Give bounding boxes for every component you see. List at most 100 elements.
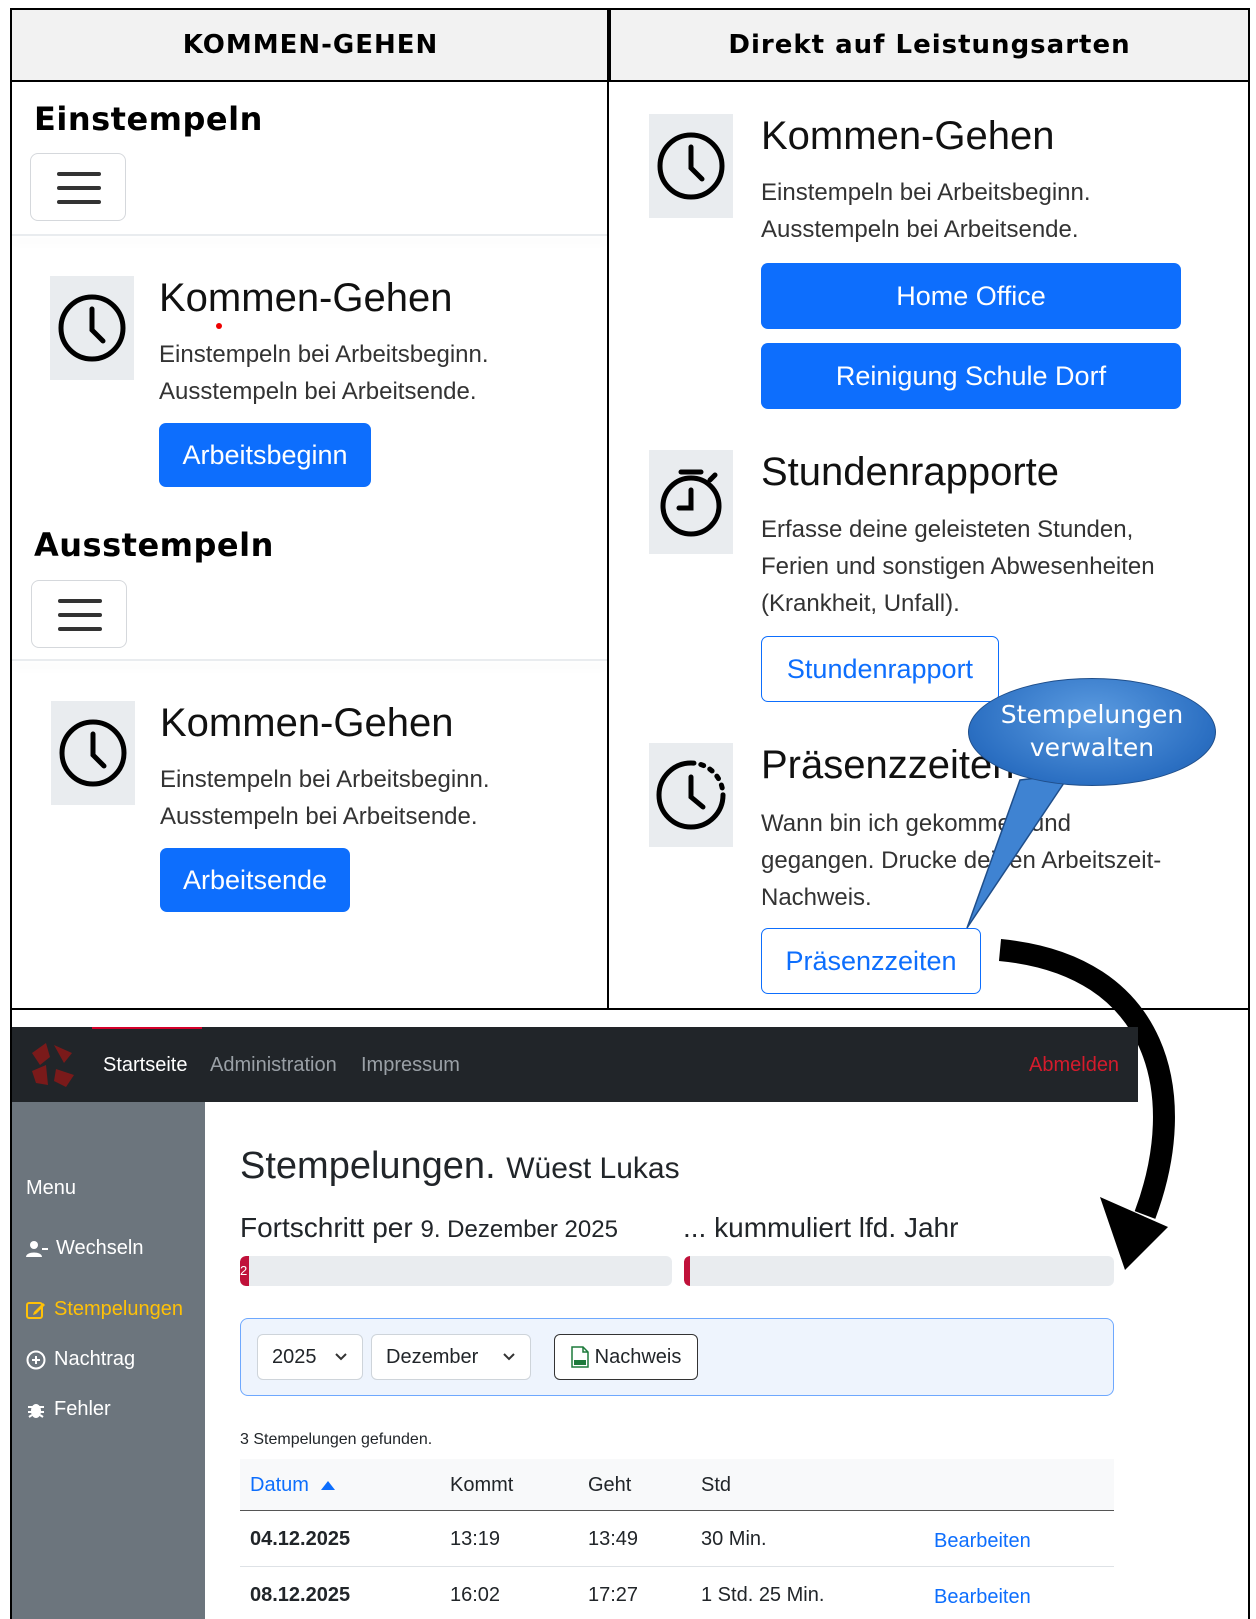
column-header-geht: Geht xyxy=(588,1474,632,1496)
user-switch-icon xyxy=(26,1240,48,1257)
card-text: Erfasse deine geleisteten Stunden, Ferie… xyxy=(761,511,1155,622)
cell-geht: 13:49 xyxy=(588,1528,639,1550)
column-header-datum[interactable]: Datum xyxy=(250,1474,336,1497)
column-header-label: Datum xyxy=(250,1474,309,1496)
card-title: Kommen-Gehen xyxy=(159,276,453,320)
cell-kommt: 13:19 xyxy=(450,1528,501,1550)
header-kommen-gehen: KOMMEN-GEHEN xyxy=(182,30,439,60)
card-text-line: (Krankheit, Unfall). xyxy=(761,590,960,617)
sidebar-menu-label: Menu xyxy=(26,1177,77,1199)
month-select[interactable]: Dezember xyxy=(371,1334,531,1380)
card-title: Stundenrapporte xyxy=(761,450,1060,494)
callout-tail-icon xyxy=(966,773,1072,929)
sidebar-item-wechseln[interactable]: Wechseln xyxy=(26,1237,143,1260)
card-text-line: Einstempeln bei Arbeitsbeginn. xyxy=(761,179,1091,206)
cell-geht: 17:27 xyxy=(588,1584,639,1606)
cursor-dot xyxy=(216,323,222,329)
sidebar-item-stempelungen[interactable]: Stempelungen xyxy=(26,1298,183,1321)
cumulative-title: ... kummuliert lfd. Jahr xyxy=(683,1212,959,1243)
menu-toggle-button[interactable] xyxy=(31,580,127,648)
navbar-divider xyxy=(12,659,607,661)
clock-dashed-icon xyxy=(649,743,733,847)
logo-icon xyxy=(26,1039,78,1096)
card-text-line: Erfasse deine geleisteten Stunden, xyxy=(761,516,1134,543)
cell-kommt: 16:02 xyxy=(450,1584,501,1606)
nav-abmelden[interactable]: Abmelden xyxy=(1029,1054,1119,1077)
menu-toggle-button[interactable] xyxy=(30,153,126,221)
cell-datum: 04.12.2025 xyxy=(250,1528,351,1550)
card-text: Einstempeln bei Arbeitsbeginn. Ausstempe… xyxy=(160,761,490,835)
table-row: 04.12.2025 13:19 13:49 30 Min. Bearbeite… xyxy=(240,1511,1114,1567)
bug-icon xyxy=(28,1403,44,1418)
column-header-std: Std xyxy=(701,1474,732,1496)
outer-border-right xyxy=(1248,8,1250,1619)
nav-administration[interactable]: Administration xyxy=(210,1054,337,1077)
bearbeiten-link[interactable]: Bearbeiten xyxy=(934,1586,1031,1609)
card-text-line: Ausstempeln bei Arbeitsende. xyxy=(761,216,1079,243)
comparison-header: KOMMEN-GEHEN Direkt auf Leistungsarten xyxy=(10,8,1250,82)
table-header: Datum Kommt Geht Std xyxy=(240,1459,1114,1511)
arbeitsende-button[interactable]: Arbeitsende xyxy=(160,848,350,912)
chevron-down-icon xyxy=(503,1353,515,1361)
reinigung-schule-dorf-button[interactable]: Reinigung Schule Dorf xyxy=(761,343,1181,409)
chevron-down-icon xyxy=(335,1353,347,1361)
stundenrapport-button[interactable]: Stundenrapport xyxy=(761,636,999,702)
sidebar-item-label: Wechseln xyxy=(56,1237,144,1259)
callout-bubble: Stempelungen verwalten xyxy=(968,678,1216,786)
nav-impressum[interactable]: Impressum xyxy=(361,1054,460,1077)
clock-icon xyxy=(50,276,134,380)
curved-arrow-icon xyxy=(998,939,1175,1270)
progress-bar-year-fill xyxy=(684,1256,690,1286)
card-text-line: Einstempeln bei Arbeitsbeginn. xyxy=(160,766,490,793)
callout-line: verwalten xyxy=(1029,733,1155,762)
card-text-line: Einstempeln bei Arbeitsbeginn. xyxy=(159,341,489,368)
sidebar-item-nachtrag[interactable]: Nachtrag xyxy=(26,1348,135,1371)
nav-startseite[interactable]: Startseite xyxy=(103,1054,187,1077)
progress-label: Fortschritt per xyxy=(240,1212,413,1243)
xlsx-file-icon xyxy=(570,1346,589,1368)
progress-title: Fortschritt per 9. Dezember 2025 xyxy=(240,1212,618,1244)
clock-icon xyxy=(649,114,733,218)
page-title-user: Wüest Lukas xyxy=(506,1152,680,1185)
sidebar-item-label: Stempelungen xyxy=(54,1298,183,1320)
progress-bar-value: 2 xyxy=(240,1263,248,1278)
month-select-value: Dezember xyxy=(386,1345,479,1368)
arbeitsbeginn-button[interactable]: Arbeitsbeginn xyxy=(159,423,371,487)
cell-datum: 08.12.2025 xyxy=(250,1584,351,1606)
card-text-line: Ausstempeln bei Arbeitsende. xyxy=(159,378,477,405)
praesenzzeiten-button[interactable]: Präsenzzeiten xyxy=(761,928,981,994)
home-office-button[interactable]: Home Office xyxy=(761,263,1181,329)
sidebar-item-label: Nachtrag xyxy=(54,1348,136,1370)
edit-icon xyxy=(26,1301,45,1319)
progress-bar-year xyxy=(684,1256,1114,1286)
navbar-divider xyxy=(12,234,607,236)
year-select-value: 2025 xyxy=(272,1345,317,1368)
clock-icon xyxy=(51,701,135,805)
section-title-ausstempeln: Ausstempeln xyxy=(34,526,274,564)
nav-active-indicator xyxy=(92,1027,202,1029)
year-select[interactable]: 2025 xyxy=(257,1334,363,1380)
nachweis-button[interactable]: Nachweis xyxy=(554,1334,698,1380)
section-title-einstempeln: Einstempeln xyxy=(34,100,263,138)
column-header-kommt: Kommt xyxy=(450,1474,514,1496)
filter-panel: 2025 Dezember Nachweis xyxy=(240,1318,1114,1396)
nachweis-label: Nachweis xyxy=(594,1345,682,1368)
table-row: 08.12.2025 16:02 17:27 1 Std. 25 Min. Be… xyxy=(240,1567,1114,1619)
bearbeiten-link[interactable]: Bearbeiten xyxy=(934,1530,1031,1553)
plus-circle-icon xyxy=(26,1350,46,1369)
cell-std: 30 Min. xyxy=(701,1528,767,1550)
sidebar-item-fehler[interactable]: Fehler xyxy=(26,1398,111,1421)
card-text-line: Ausstempeln bei Arbeitsende. xyxy=(160,803,478,830)
card-text-line: Ferien und sonstigen Abwesenheiten xyxy=(761,553,1155,580)
card-text: Einstempeln bei Arbeitsbeginn. Ausstempe… xyxy=(159,336,489,410)
page-title-text: Stempelungen. xyxy=(240,1145,496,1187)
sort-up-icon xyxy=(321,1481,336,1490)
card-text: Einstempeln bei Arbeitsbeginn. Ausstempe… xyxy=(761,174,1091,248)
card-title: Kommen-Gehen xyxy=(761,114,1055,158)
result-count: 3 Stempelungen gefunden. xyxy=(240,1431,433,1448)
cell-std: 1 Std. 25 Min. xyxy=(701,1584,825,1606)
header-leistungsarten: Direkt auf Leistungsarten xyxy=(609,10,1248,80)
app-navbar: Startseite Administration Impressum Abme… xyxy=(12,1027,1138,1102)
stopwatch-icon xyxy=(649,450,733,554)
sidebar: Menu Wechseln Stempelungen Nachtrag Fehl… xyxy=(12,1102,205,1619)
